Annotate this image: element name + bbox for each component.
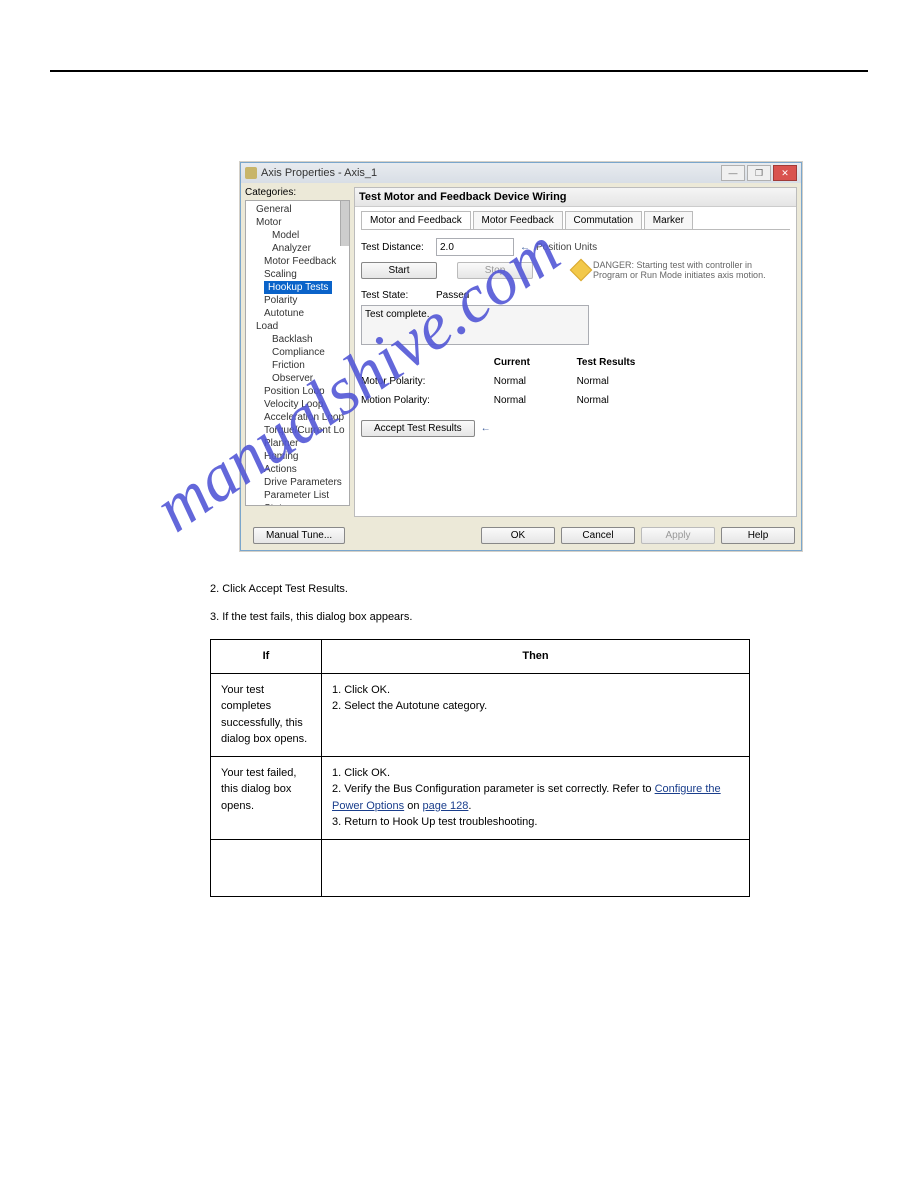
tree-item[interactable]: Motor — [248, 216, 347, 229]
step-2: 2. Click Accept Test Results. — [210, 581, 818, 598]
tree-item[interactable]: Acceleration Loop — [248, 411, 347, 424]
tree-item[interactable]: Status — [248, 502, 347, 506]
titlebar: Axis Properties - Axis_1 — ❐ ✕ — [241, 163, 801, 183]
tree-item[interactable]: Torque/Current Lo — [248, 424, 347, 437]
window-title: Axis Properties - Axis_1 — [261, 167, 377, 179]
th-then: Then — [322, 640, 750, 674]
tree-item-selected[interactable]: Hookup Tests — [248, 281, 347, 294]
motion-polarity-label: Motion Polarity: — [361, 395, 491, 406]
tree-item[interactable]: Friction — [248, 359, 347, 372]
motion-polarity-result: Normal — [577, 395, 657, 406]
tree-item[interactable]: Planner — [248, 437, 347, 450]
categories-tree[interactable]: General Motor Model Analyzer Motor Feedb… — [245, 200, 350, 506]
scrollbar-thumb[interactable] — [340, 201, 349, 246]
table-row — [211, 839, 750, 896]
categories-label: Categories: — [245, 187, 350, 198]
col-current: Current — [494, 357, 574, 368]
axis-properties-dialog: Axis Properties - Axis_1 — ❐ ✕ Categorie… — [240, 162, 802, 551]
then-step: 1. Click OK. — [332, 765, 739, 782]
test-state-value: Passed — [436, 290, 469, 301]
pane-title: Test Motor and Feedback Device Wiring — [355, 188, 796, 207]
tree-item[interactable]: Homing — [248, 450, 347, 463]
link-page-128[interactable]: page 128 — [423, 800, 469, 812]
arrow-icon: ← — [520, 242, 530, 253]
close-button[interactable]: ✕ — [773, 165, 797, 181]
tab-marker[interactable]: Marker — [644, 211, 693, 229]
th-if: If — [211, 640, 322, 674]
tree-item[interactable]: Parameter List — [248, 489, 347, 502]
top-rule — [50, 70, 868, 72]
tab-motor-feedback[interactable]: Motor Feedback — [473, 211, 563, 229]
then-step: 3. Return to Hook Up test troubleshootin… — [332, 814, 739, 831]
test-distance-label: Test Distance: — [361, 242, 436, 253]
stop-button[interactable]: Stop — [457, 262, 533, 279]
tree-item[interactable]: Load — [248, 320, 347, 333]
tree-item[interactable]: Position Loop — [248, 385, 347, 398]
minimize-button[interactable]: — — [721, 165, 745, 181]
tree-item[interactable]: Analyzer — [248, 242, 347, 255]
position-units-label: Position Units — [536, 242, 597, 253]
tree-item[interactable]: Drive Parameters — [248, 476, 347, 489]
start-button[interactable]: Start — [361, 262, 437, 279]
tree-item[interactable]: Actions — [248, 463, 347, 476]
table-row: Your test failed, this dialog box opens.… — [211, 756, 750, 839]
tree-item[interactable]: Velocity Loop — [248, 398, 347, 411]
ok-button[interactable]: OK — [481, 527, 555, 544]
tree-item[interactable]: Scaling — [248, 268, 347, 281]
col-test-results: Test Results — [577, 357, 657, 368]
tab-commutation[interactable]: Commutation — [565, 211, 642, 229]
then-step: 2. Select the Autotune category. — [332, 698, 739, 715]
maximize-button[interactable]: ❐ — [747, 165, 771, 181]
tab-strip: Motor and Feedback Motor Feedback Commut… — [361, 211, 790, 230]
test-output-area: Test complete. — [361, 305, 589, 345]
motor-polarity-current: Normal — [494, 376, 574, 387]
tree-item[interactable]: Autotune — [248, 307, 347, 320]
cancel-button[interactable]: Cancel — [561, 527, 635, 544]
test-distance-input[interactable] — [436, 238, 514, 256]
tree-item[interactable]: Motor Feedback — [248, 255, 347, 268]
motor-polarity-label: Motor Polarity: — [361, 376, 491, 387]
then-step: 2. Verify the Bus Configuration paramete… — [332, 781, 739, 814]
results-table: If Then Your test completes successfully… — [210, 639, 750, 897]
motor-polarity-result: Normal — [577, 376, 657, 387]
help-button[interactable]: Help — [721, 527, 795, 544]
danger-warning: DANGER: Starting test with controller in… — [573, 260, 766, 280]
table-row: Your test completes successfully, this d… — [211, 673, 750, 756]
step-3: 3. If the test fails, this dialog box ap… — [210, 609, 818, 626]
tab-motor-and-feedback[interactable]: Motor and Feedback — [361, 211, 471, 229]
apply-button[interactable]: Apply — [641, 527, 715, 544]
warning-icon — [570, 259, 593, 282]
app-icon — [245, 167, 257, 179]
tree-item[interactable]: General — [248, 203, 347, 216]
arrow-icon: ← — [481, 423, 491, 434]
tree-item[interactable]: Backlash — [248, 333, 347, 346]
tree-item[interactable]: Model — [248, 229, 347, 242]
tree-item[interactable]: Observer — [248, 372, 347, 385]
motion-polarity-current: Normal — [494, 395, 574, 406]
tree-item[interactable]: Polarity — [248, 294, 347, 307]
link-configure-power[interactable]: Configure the Power Options — [332, 783, 721, 812]
then-step: 1. Click OK. — [332, 682, 739, 699]
test-state-label: Test State: — [361, 290, 436, 301]
tree-item[interactable]: Compliance — [248, 346, 347, 359]
accept-test-results-button[interactable]: Accept Test Results — [361, 420, 475, 437]
manual-tune-button[interactable]: Manual Tune... — [253, 527, 345, 544]
